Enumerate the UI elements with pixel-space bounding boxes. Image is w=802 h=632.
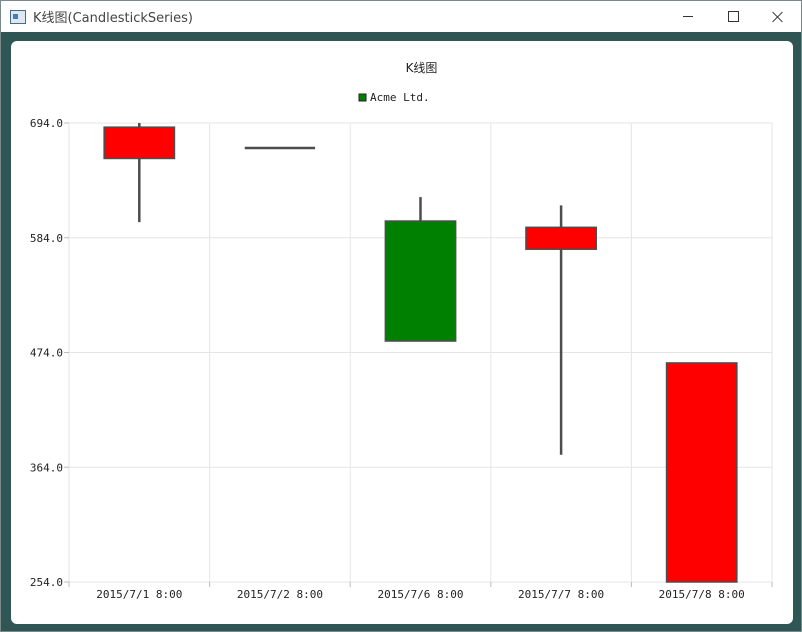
candle-body [665, 362, 738, 583]
x-tick-label: 2015/7/6 8:00 [377, 588, 463, 601]
y-tick-label: 364.0 [30, 461, 63, 474]
minimize-icon [683, 16, 693, 17]
title-bar[interactable]: K线图(CandlestickSeries) [1, 1, 801, 32]
minimize-button[interactable] [665, 1, 711, 32]
legend-label: Acme Ltd. [370, 91, 430, 104]
client-area: 694.0 584.0 474.0 364.0 254.0 2015/7/1 8:00 20… [1, 32, 801, 631]
y-tick-label: 474.0 [30, 347, 63, 360]
maximize-button[interactable] [710, 1, 756, 32]
maximize-icon [727, 11, 739, 22]
legend-marker [358, 93, 367, 102]
app-window: K线图(CandlestickSeries) 694.0 584.0 474.0 36… [0, 0, 802, 632]
chart-title: K线图 [406, 61, 438, 75]
app-window-icon [10, 9, 26, 24]
y-tick-label: 254.0 [30, 576, 63, 589]
candle-body [384, 220, 457, 342]
candle-body [103, 126, 176, 160]
x-tick-label: 2015/7/2 8:00 [237, 588, 323, 601]
x-tick-label: 2015/7/8 8:00 [659, 588, 745, 601]
y-tick-label: 584.0 [30, 232, 63, 245]
x-tick-label: 2015/7/1 8:00 [96, 588, 182, 601]
x-tick-label: 2015/7/7 8:00 [518, 588, 604, 601]
chart-view: 694.0 584.0 474.0 364.0 254.0 2015/7/1 8:00 20… [11, 41, 793, 624]
candle-body [525, 226, 598, 250]
candlestick-chart: 694.0 584.0 474.0 364.0 254.0 2015/7/1 8:00 20… [30, 61, 773, 601]
close-icon [772, 11, 784, 23]
window-title: K线图(CandlestickSeries) [33, 11, 193, 26]
y-tick-label: 694.0 [30, 117, 63, 130]
close-button[interactable] [755, 1, 801, 32]
